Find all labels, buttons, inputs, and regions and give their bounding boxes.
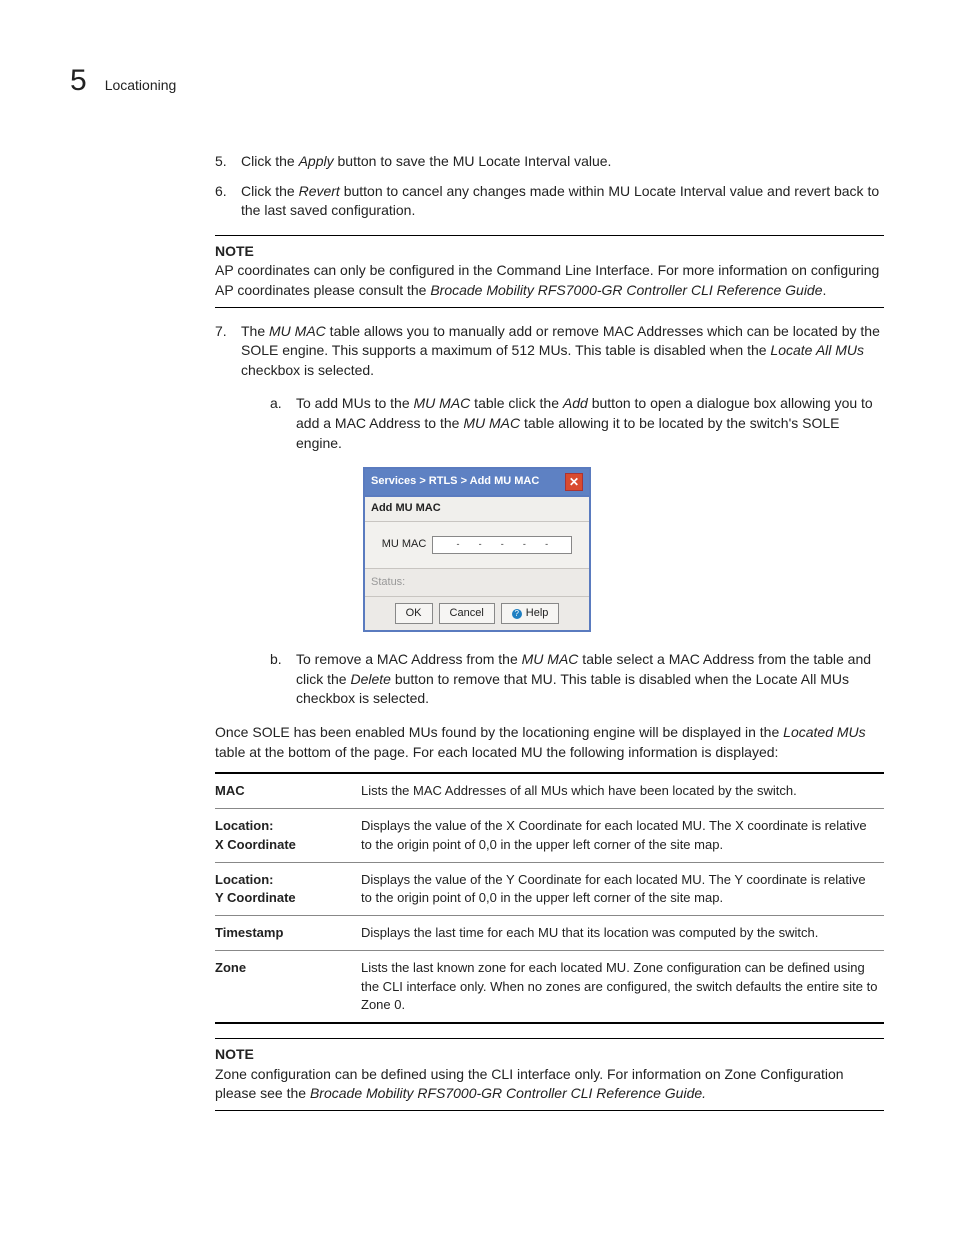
- note-label: NOTE: [215, 1045, 884, 1065]
- desc-cell: Lists the last known zone for each locat…: [361, 951, 884, 1023]
- step-number: 6.: [215, 182, 241, 221]
- note-rule: [215, 1038, 884, 1039]
- step-6: 6. Click the Revert button to cancel any…: [215, 182, 884, 221]
- dialog-status: Status:: [365, 568, 589, 596]
- desc-cell: Displays the value of the X Coordinate f…: [361, 809, 884, 862]
- cancel-button[interactable]: Cancel: [439, 603, 495, 624]
- substep-b: b. To remove a MAC Address from the MU M…: [270, 650, 884, 709]
- desc-cell: Displays the last time for each MU that …: [361, 916, 884, 951]
- substep-list: b. To remove a MAC Address from the MU M…: [270, 650, 884, 709]
- substep-a: a. To add MUs to the MU MAC table click …: [270, 394, 884, 453]
- note-rule: [215, 1110, 884, 1111]
- step-number: 5.: [215, 152, 241, 172]
- step-5: 5. Click the Apply button to save the MU…: [215, 152, 884, 172]
- step-text: The MU MAC table allows you to manually …: [241, 322, 884, 381]
- note-body: Zone configuration can be defined using …: [215, 1065, 884, 1104]
- dialog-section-header: Add MU MAC: [365, 497, 589, 521]
- table-row: ZoneLists the last known zone for each l…: [215, 951, 884, 1023]
- step-7: 7. The MU MAC table allows you to manual…: [215, 322, 884, 381]
- dialog-body: MU MAC - - - - -: [365, 522, 589, 568]
- term-cell: Location: Y Coordinate: [215, 862, 361, 915]
- substep-list: a. To add MUs to the MU MAC table click …: [270, 394, 884, 453]
- table-row: MACLists the MAC Addresses of all MUs wh…: [215, 773, 884, 809]
- add-mu-mac-dialog: Services > RTLS > Add MU MAC ✕ Add MU MA…: [363, 467, 591, 632]
- help-button[interactable]: ? Help: [501, 603, 560, 624]
- substep-text: To add MUs to the MU MAC table click the…: [296, 394, 884, 453]
- substep-text: To remove a MAC Address from the MU MAC …: [296, 650, 884, 709]
- step-list-wide: 7. The MU MAC table allows you to manual…: [215, 322, 884, 381]
- dialog-titlebar: Services > RTLS > Add MU MAC ✕: [365, 469, 589, 497]
- ok-button[interactable]: OK: [395, 603, 433, 624]
- note-label: NOTE: [215, 242, 884, 262]
- step-text: Click the Apply button to save the MU Lo…: [241, 152, 611, 172]
- close-icon[interactable]: ✕: [565, 473, 583, 491]
- table-row: Location: Y CoordinateDisplays the value…: [215, 862, 884, 915]
- mu-mac-label: MU MAC: [382, 537, 427, 552]
- note-rule: [215, 235, 884, 236]
- step-list: 5. Click the Apply button to save the MU…: [215, 152, 884, 221]
- help-icon: ?: [512, 609, 522, 619]
- desc-cell: Displays the value of the Y Coordinate f…: [361, 862, 884, 915]
- step-text: Click the Revert button to cancel any ch…: [241, 182, 884, 221]
- note-rule: [215, 307, 884, 308]
- dialog-screenshot: Services > RTLS > Add MU MAC ✕ Add MU MA…: [70, 467, 884, 632]
- table-row: Location: X CoordinateDisplays the value…: [215, 809, 884, 862]
- paragraph: Once SOLE has been enabled MUs found by …: [215, 723, 884, 762]
- term-cell: Location: X Coordinate: [215, 809, 361, 862]
- chapter-title: Locationing: [105, 76, 177, 96]
- mu-mac-input[interactable]: - - - - -: [432, 536, 572, 554]
- substep-letter: b.: [270, 650, 296, 709]
- term-cell: Zone: [215, 951, 361, 1023]
- term-cell: MAC: [215, 773, 361, 809]
- substep-letter: a.: [270, 394, 296, 453]
- term-cell: Timestamp: [215, 916, 361, 951]
- dialog-title-text: Services > RTLS > Add MU MAC: [371, 474, 539, 489]
- located-mus-table: MACLists the MAC Addresses of all MUs wh…: [215, 772, 884, 1024]
- page-header: 5 Locationing: [70, 60, 884, 102]
- desc-cell: Lists the MAC Addresses of all MUs which…: [361, 773, 884, 809]
- note-body: AP coordinates can only be configured in…: [215, 261, 884, 300]
- step-number: 7.: [215, 322, 241, 381]
- chapter-number: 5: [70, 60, 87, 102]
- table-row: TimestampDisplays the last time for each…: [215, 916, 884, 951]
- dialog-button-row: OK Cancel ? Help: [365, 596, 589, 630]
